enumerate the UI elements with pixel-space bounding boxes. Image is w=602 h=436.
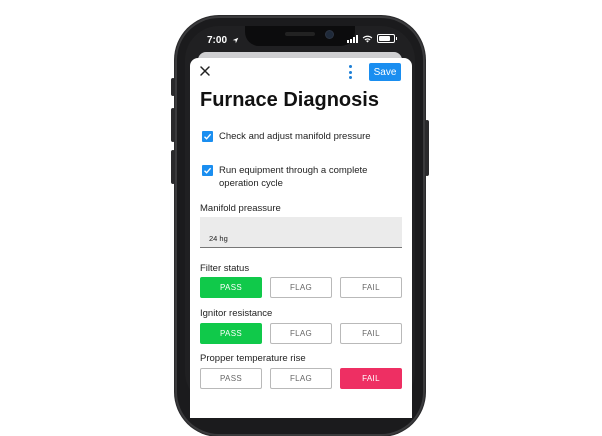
wifi-icon (362, 35, 373, 43)
temperature-rise-pass-button[interactable]: PASS (200, 368, 262, 389)
checklist-item[interactable]: Check and adjust manifold pressure (202, 130, 389, 143)
filter-status-pass-button[interactable]: PASS (200, 277, 262, 298)
manifold-pressure-field[interactable]: 24 hg (200, 217, 402, 248)
temperature-rise-label: Propper temperature rise (200, 353, 306, 364)
signal-icon (347, 34, 358, 43)
manifold-pressure-value: 24 hg (209, 234, 228, 243)
filter-status-flag-button[interactable]: FLAG (270, 277, 332, 298)
power-button (425, 120, 429, 176)
more-options-button[interactable] (345, 65, 355, 79)
temperature-rise-options: PASS FLAG FAIL (200, 368, 402, 390)
filter-status-options: PASS FLAG FAIL (200, 277, 402, 299)
notch (245, 26, 355, 46)
status-time-text: 7:00 (207, 35, 228, 46)
checkbox[interactable] (202, 131, 213, 142)
location-arrow-icon (232, 37, 239, 44)
temperature-rise-fail-button[interactable]: FAIL (340, 368, 402, 389)
close-button[interactable] (198, 64, 212, 78)
checkmark-icon (204, 133, 212, 140)
top-bar: Save (190, 58, 412, 88)
status-time: 7:00 (207, 35, 239, 46)
checkbox[interactable] (202, 165, 213, 176)
ignitor-resistance-label: Ignitor resistance (200, 308, 273, 319)
mute-switch (171, 78, 175, 96)
temperature-rise-flag-button[interactable]: FLAG (270, 368, 332, 389)
save-button[interactable]: Save (369, 63, 401, 81)
app-sheet: Save Furnace Diagnosis Check and adjust … (190, 58, 412, 418)
volume-up-button (171, 108, 175, 142)
ignitor-resistance-pass-button[interactable]: PASS (200, 323, 262, 344)
ignitor-resistance-options: PASS FLAG FAIL (200, 323, 402, 345)
checklist-item-label: Run equipment through a complete operati… (219, 165, 368, 189)
volume-down-button (171, 150, 175, 184)
status-icons (347, 34, 397, 43)
page-title: Furnace Diagnosis (200, 89, 379, 111)
battery-icon (377, 34, 397, 43)
close-icon (200, 66, 210, 76)
front-camera (326, 31, 333, 38)
filter-status-label: Filter status (200, 263, 250, 274)
manifold-pressure-label: Manifold preassure (200, 203, 281, 214)
more-vertical-icon (348, 65, 352, 68)
speaker-grille (285, 32, 315, 36)
filter-status-fail-button[interactable]: FAIL (340, 277, 402, 298)
ignitor-resistance-flag-button[interactable]: FLAG (270, 323, 332, 344)
checkmark-icon (204, 167, 212, 174)
checklist-item[interactable]: Run equipment through a complete operati… (202, 164, 384, 190)
ignitor-resistance-fail-button[interactable]: FAIL (340, 323, 402, 344)
checklist-item-label: Check and adjust manifold pressure (219, 131, 371, 142)
